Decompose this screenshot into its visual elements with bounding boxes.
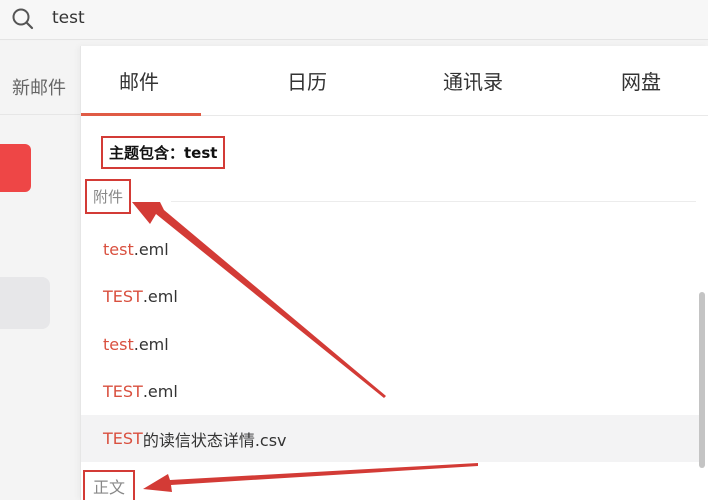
attachment-item[interactable]: test .eml bbox=[81, 321, 701, 368]
attachment-suffix: .eml bbox=[142, 382, 178, 401]
search-icon[interactable] bbox=[10, 6, 36, 32]
search-input[interactable]: test bbox=[52, 8, 85, 28]
subject-filter-suggestion[interactable]: 主题包含：test bbox=[101, 136, 226, 169]
attachment-match: TEST bbox=[103, 382, 143, 401]
active-tab-indicator bbox=[81, 113, 201, 116]
section-attachments-heading: 附件 bbox=[85, 179, 132, 214]
attachment-match: TEST bbox=[103, 287, 143, 306]
attachment-match: test bbox=[103, 335, 134, 354]
tab-bar: 邮件 日历 通讯录 网盘 bbox=[81, 46, 708, 116]
attachment-item[interactable]: TEST .eml bbox=[81, 368, 701, 415]
attachment-match: TEST bbox=[103, 429, 143, 448]
attachment-suffix: .eml bbox=[133, 335, 169, 354]
attachment-item[interactable]: test .eml bbox=[81, 226, 701, 273]
attachment-item[interactable]: TEST .eml bbox=[81, 273, 701, 320]
search-suggestion-dropdown: 邮件 日历 通讯录 网盘 主题包含：test 附件 test .eml TEST.… bbox=[80, 46, 708, 500]
section-body-heading: 正文 bbox=[83, 470, 136, 500]
scrollbar[interactable] bbox=[699, 292, 705, 468]
left-divider bbox=[0, 114, 80, 115]
page: test 新邮件 邮件 日历 通讯录 网盘 主题包含：test 附件 test.… bbox=[0, 0, 708, 500]
search-bar[interactable]: test bbox=[0, 0, 708, 40]
attachment-suffix: .eml bbox=[142, 287, 178, 306]
left-panel bbox=[0, 41, 80, 500]
tab-mail[interactable]: 邮件 bbox=[119, 66, 159, 95]
attachment-match: test bbox=[103, 240, 134, 259]
attachment-suffix: .eml bbox=[133, 240, 169, 259]
tab-contacts[interactable]: 通讯录 bbox=[443, 66, 503, 95]
section-divider bbox=[171, 201, 696, 202]
attachment-item[interactable]: TEST 的读信状态详情.csv bbox=[81, 415, 701, 462]
attachment-suffix: 的读信状态详情.csv bbox=[142, 430, 287, 450]
tab-calendar[interactable]: 日历 bbox=[287, 66, 327, 95]
folder-item-selected[interactable] bbox=[0, 277, 50, 329]
tab-drive[interactable]: 网盘 bbox=[621, 66, 661, 95]
compose-button[interactable] bbox=[0, 144, 31, 192]
new-mail-button[interactable]: 新邮件 bbox=[12, 74, 66, 100]
